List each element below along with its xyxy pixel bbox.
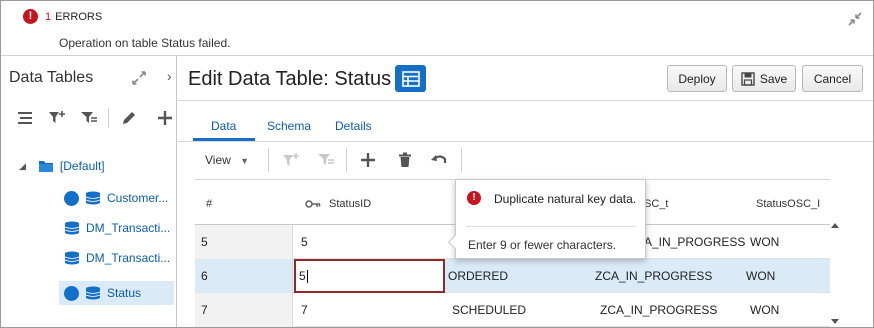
row-number: 7 [195, 293, 293, 327]
tab-details[interactable]: Details [335, 119, 372, 133]
tree-item-label: DM_Transacti... [86, 221, 171, 235]
edit-value: 5 [299, 269, 306, 283]
cell-statusosc-i[interactable]: WON [746, 259, 775, 293]
banner-title: 1 ERRORS [45, 11, 102, 23]
cell-statusosc-t[interactable]: A_IN_PROGRESS [644, 225, 745, 259]
filter-edit-icon[interactable] [79, 108, 99, 128]
page-title: Edit Data Table: Status [188, 68, 392, 90]
tab-schema[interactable]: Schema [267, 119, 311, 133]
cell-statusid[interactable]: 5 [301, 225, 308, 259]
tree-item-customer[interactable]: Customer... [64, 186, 168, 210]
tree-item-label: Status [107, 286, 142, 300]
popup-divider [466, 226, 636, 227]
filter-edit-icon[interactable] [316, 150, 336, 170]
validation-popup: ! Duplicate natural key data. Enter 9 or… [447, 179, 646, 259]
statusid-edit-input[interactable]: 5 [294, 259, 445, 293]
database-icon [85, 191, 101, 205]
caret-down-icon: ▼ [240, 156, 250, 166]
collapse-icon[interactable] [847, 11, 863, 27]
add-row-icon[interactable] [358, 150, 378, 170]
data-tables-panel: Data Tables › ◢ [Default] Customer... DM… [1, 56, 177, 327]
view-menu[interactable]: View ▼ [205, 153, 249, 167]
view-label: View [205, 153, 231, 167]
banner-message: Operation on table Status failed. [59, 36, 231, 50]
add-icon[interactable] [155, 108, 175, 128]
list-icon[interactable] [15, 108, 35, 128]
save-button[interactable]: Save [732, 65, 796, 92]
key-icon [305, 200, 321, 208]
table-row[interactable]: 7 7 SCHEDULED ZCA_IN_PROGRESS WON [195, 293, 830, 327]
database-icon [85, 286, 101, 300]
left-toolbar [1, 104, 177, 132]
panel-title: Data Tables [9, 69, 94, 86]
delete-icon[interactable] [395, 150, 415, 170]
tab-data[interactable]: Data [211, 119, 236, 133]
cell-statusosc-i[interactable]: WON [750, 225, 779, 259]
tree-item-status[interactable]: Status [59, 281, 174, 305]
column-header-statusid[interactable]: StatusID [305, 198, 371, 210]
filter-add-icon[interactable] [281, 150, 301, 170]
cell-statusosc-i[interactable]: WON [750, 293, 779, 327]
cell-value[interactable]: ORDERED [448, 259, 508, 293]
expand-icon[interactable] [131, 70, 147, 86]
tree-item-label: Customer... [107, 191, 169, 205]
tree-expand-icon[interactable]: ◢ [19, 161, 26, 172]
undo-icon[interactable] [429, 150, 449, 170]
toolbar-divider [461, 148, 462, 172]
column-label: StatusID [329, 198, 372, 210]
row-number: 5 [195, 225, 293, 259]
save-icon [741, 71, 755, 86]
cancel-button[interactable]: Cancel [802, 65, 863, 92]
vertical-scrollbar[interactable] [830, 223, 842, 327]
text-cursor [306, 270, 308, 284]
error-icon: ! [23, 9, 38, 24]
table-icon [401, 70, 420, 87]
tree-root-default[interactable]: ◢ [Default] [19, 154, 105, 178]
scroll-up-icon[interactable] [831, 223, 839, 228]
status-dot-icon [64, 285, 79, 301]
tree-item-label: DM_Transacti... [86, 251, 171, 265]
tree-item-dm-transactions-1[interactable]: DM_Transacti... [64, 216, 170, 240]
tree-item-dm-transactions-2[interactable]: DM_Transacti... [64, 246, 170, 270]
row-number: 6 [195, 259, 293, 293]
table-row-selected[interactable]: 6 5 ORDERED ZCA_IN_PROGRESS WON [195, 259, 830, 293]
save-label: Save [759, 71, 788, 86]
database-icon [64, 221, 80, 235]
popup-title: Duplicate natural key data. [494, 192, 637, 206]
status-dot-icon [64, 190, 79, 206]
column-header-number[interactable]: # [206, 198, 212, 210]
tree-root-label: [Default] [59, 159, 105, 173]
table-view-button[interactable] [395, 65, 426, 92]
cell-value[interactable]: SCHEDULED [452, 293, 526, 327]
header-divider [178, 100, 873, 101]
column-header-statusosc-t[interactable]: SC_t [644, 198, 668, 210]
tabs-divider [178, 141, 873, 142]
database-icon [64, 251, 80, 265]
popup-message: Enter 9 or fewer characters. [468, 238, 617, 252]
toolbar-divider [108, 108, 109, 128]
folder-icon [38, 161, 53, 172]
edit-pencil-icon[interactable] [119, 108, 139, 128]
toolbar-divider [268, 148, 269, 172]
deploy-button[interactable]: Deploy [667, 65, 727, 92]
scroll-down-icon[interactable] [831, 319, 839, 324]
filter-add-icon[interactable] [47, 108, 67, 128]
error-count: 1 [45, 11, 52, 23]
cell-statusosc-t[interactable]: ZCA_IN_PROGRESS [600, 293, 717, 327]
chevron-right-icon[interactable]: › [167, 68, 172, 84]
cell-statusid[interactable]: 7 [301, 293, 308, 327]
cell-statusosc-t[interactable]: ZCA_IN_PROGRESS [595, 259, 712, 293]
column-header-statusosc-i[interactable]: StatusOSC_I [756, 198, 820, 210]
toolbar-divider [346, 148, 347, 172]
error-banner: ! 1 ERRORS Operation on table Status fail… [1, 1, 873, 56]
error-icon: ! [467, 191, 481, 205]
banner-title-text: ERRORS [55, 11, 103, 23]
